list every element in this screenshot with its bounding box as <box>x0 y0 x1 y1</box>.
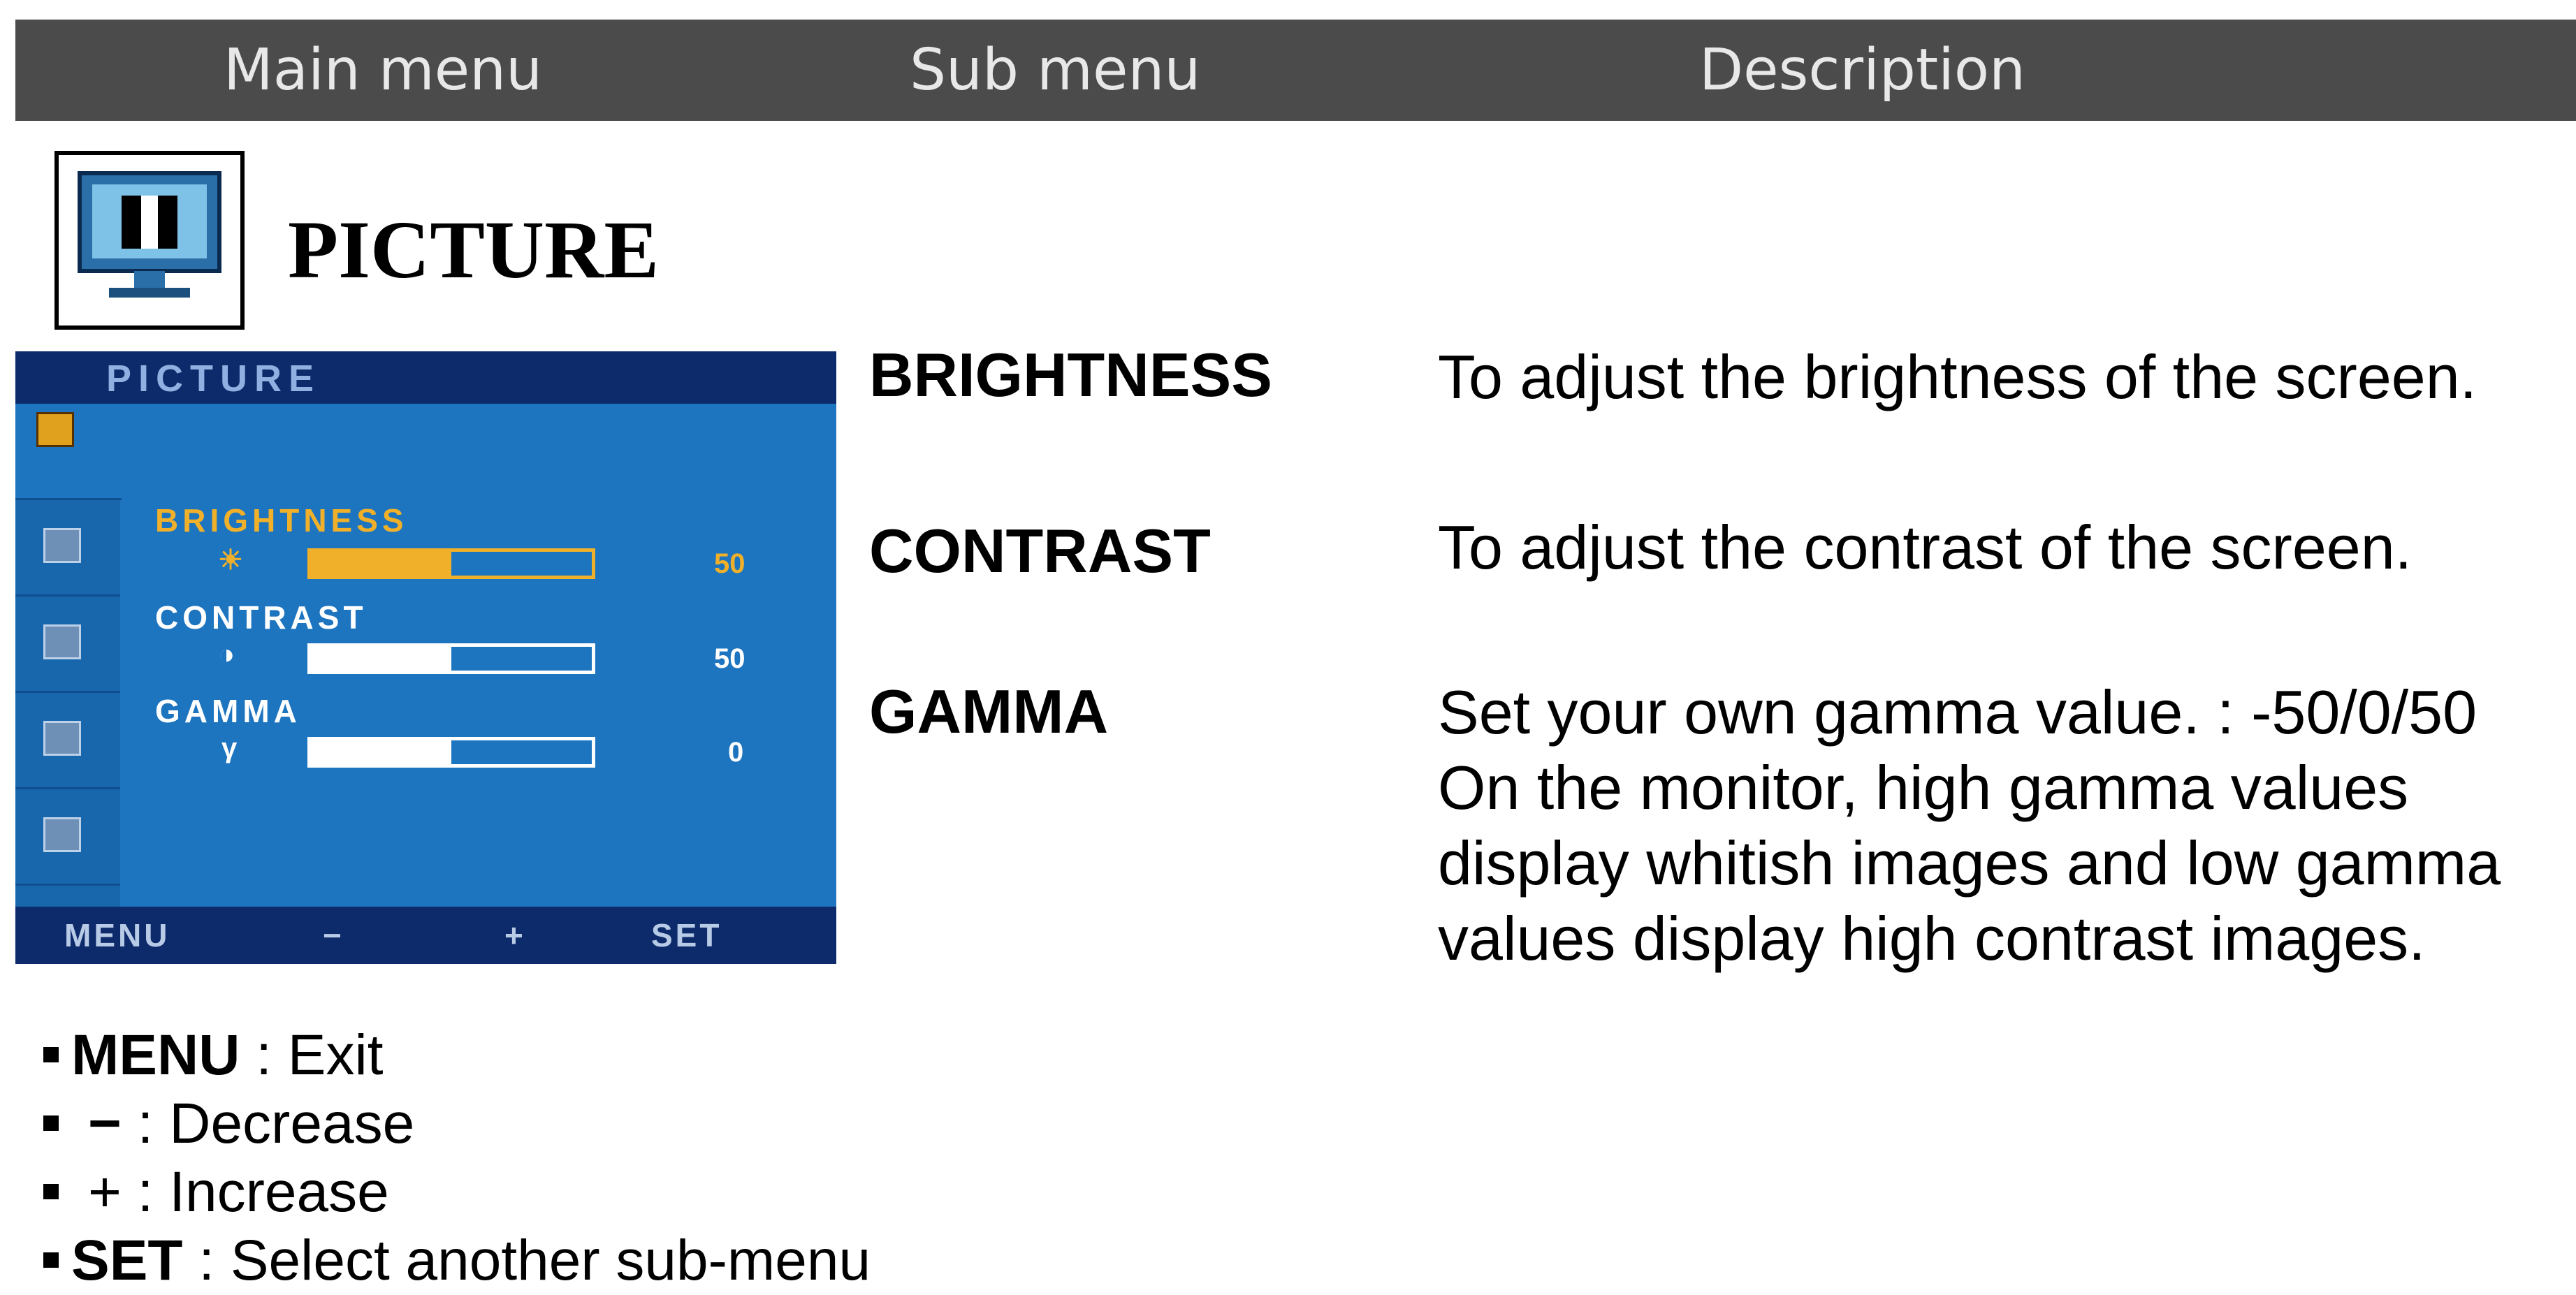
osd-screenshot: PICTURE BRIGHTNESS ☀ 50 CONTRAST ◑ 50 GA… <box>15 351 836 964</box>
osd-tab-color <box>15 500 120 597</box>
legend-text: : Increase <box>121 1160 389 1224</box>
osd-tab-picture <box>15 404 122 500</box>
legend-item: SET : Select another sub-menu <box>43 1227 871 1295</box>
table-header: Main menu Sub menu Description <box>15 20 2576 121</box>
osd-value: 0 <box>728 737 744 768</box>
description-brightness: To adjust the brightness of the screen. <box>1438 339 2477 415</box>
osd-title: PICTURE <box>106 358 321 400</box>
section-title: PICTURE <box>288 204 660 295</box>
osd-value: 50 <box>714 643 745 674</box>
setup-tab-icon <box>43 721 81 756</box>
legend-item: − : Decrease <box>43 1090 871 1158</box>
osd-footer: MENU − + SET <box>15 907 836 964</box>
description-line: To adjust the brightness of the screen. <box>1438 342 2477 411</box>
legend-text: : Decrease <box>121 1092 415 1155</box>
description-line: On the monitor, high gamma values <box>1438 753 2409 822</box>
osd-item-label: CONTRAST <box>155 599 368 636</box>
header-sub-menu: Sub menu <box>910 37 1201 103</box>
legend-text: : Exit <box>240 1023 384 1087</box>
legend-text: : Select another sub-menu <box>182 1229 871 1292</box>
osd-slider <box>307 737 595 768</box>
osd-tab-extra <box>15 789 120 886</box>
legend-key: + <box>88 1160 122 1224</box>
legend-key: MENU <box>71 1023 240 1087</box>
osd-footer-set: SET <box>651 917 722 953</box>
monitor-picture-icon <box>54 151 245 330</box>
legend-item: MENU : Exit <box>43 1021 871 1090</box>
osd-header: PICTURE <box>15 351 836 404</box>
osd-footer-plus: + <box>504 917 526 953</box>
submenu-contrast: CONTRAST <box>869 516 1211 585</box>
submenu-brightness: BRIGHTNESS <box>869 340 1272 409</box>
header-main-menu: Main menu <box>224 37 543 103</box>
osd-tab-position <box>15 597 120 693</box>
picture-tab-icon <box>36 412 74 447</box>
osd-footer-menu: MENU <box>64 917 170 953</box>
osd-footer-minus: − <box>323 917 344 953</box>
contrast-icon: ◑ <box>218 639 235 670</box>
brightness-icon: ☀ <box>218 545 243 576</box>
header-description: Description <box>1699 37 2026 103</box>
color-tab-icon <box>43 528 81 563</box>
osd-slider <box>307 548 595 579</box>
description-contrast: To adjust the contrast of the screen. <box>1438 510 2412 585</box>
description-line: values display high contrast images. <box>1438 904 2426 973</box>
submenu-gamma: GAMMA <box>869 677 1109 746</box>
description-line: To adjust the contrast of the screen. <box>1438 513 2413 582</box>
legend-item: + : Increase <box>43 1158 871 1227</box>
osd-value: 50 <box>714 548 745 579</box>
bullet-icon <box>43 1184 59 1200</box>
description-line: display whitish images and low gamma <box>1438 828 2501 898</box>
description-line: Set your own gamma value. : -50/0/50 <box>1438 678 2477 747</box>
bullet-icon <box>43 1252 59 1268</box>
button-legend: MENU : Exit − : Decrease + : Increase SE… <box>43 1021 871 1295</box>
description-gamma: Set your own gamma value. : -50/0/50 On … <box>1438 675 2501 976</box>
gamma-icon: γ <box>221 733 238 763</box>
legend-key: − <box>88 1092 122 1155</box>
osd-item-label: GAMMA <box>155 693 301 729</box>
extra-tab-icon <box>43 817 81 852</box>
osd-item-label: BRIGHTNESS <box>155 502 408 539</box>
position-tab-icon <box>43 624 81 659</box>
legend-key: SET <box>71 1229 183 1292</box>
osd-slider <box>307 643 595 674</box>
bullet-icon <box>43 1115 59 1132</box>
osd-tab-column <box>15 404 122 907</box>
osd-tab-setup <box>15 693 120 789</box>
bullet-icon <box>43 1047 59 1063</box>
